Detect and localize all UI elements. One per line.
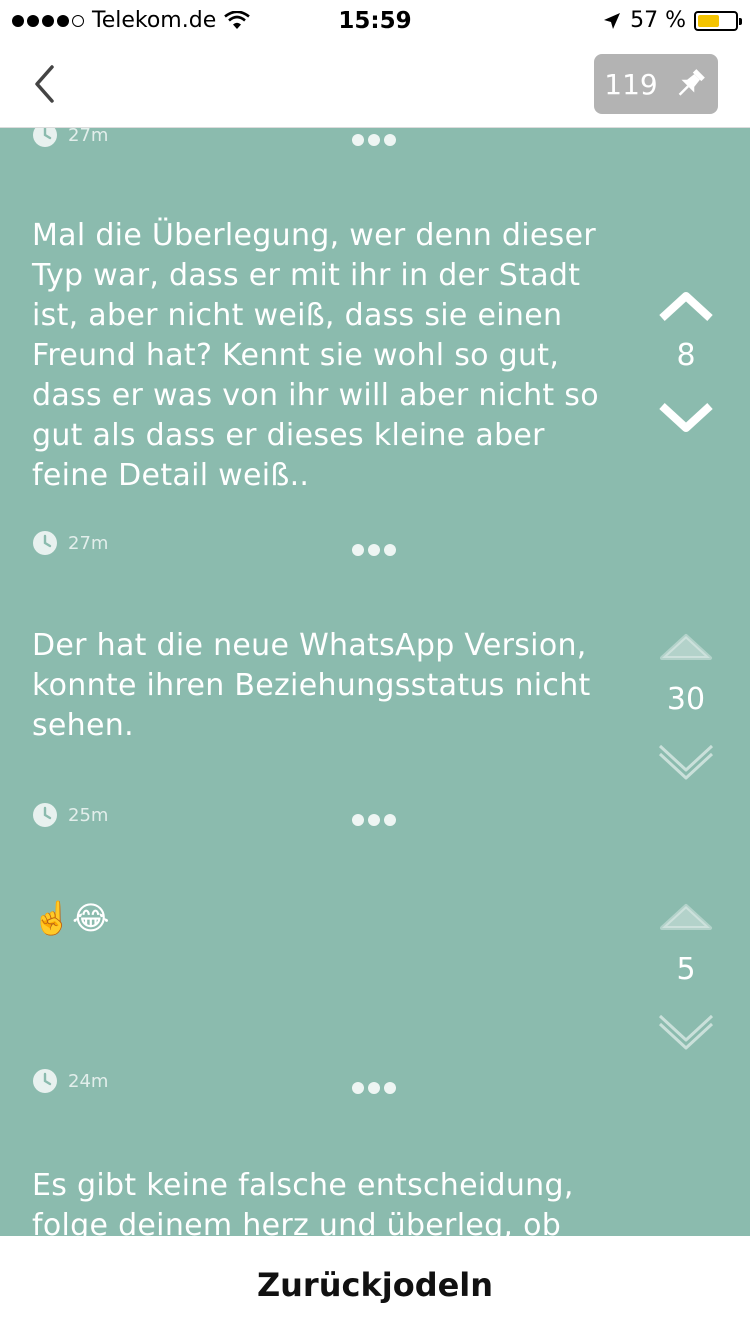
post-time: 24m	[68, 1070, 109, 1092]
post-time: 27m	[68, 128, 109, 146]
post-time: 27m	[68, 532, 109, 554]
reply-button[interactable]: Zurückjodeln	[0, 1236, 750, 1334]
status-bar: Telekom.de 15:59 57 %	[0, 0, 750, 40]
upvote-icon[interactable]	[656, 626, 716, 666]
post-time: 25m	[68, 804, 109, 826]
clock-icon	[33, 128, 57, 147]
back-button[interactable]	[22, 58, 66, 110]
post-meta: 25m	[32, 802, 108, 828]
location-arrow-icon	[604, 12, 621, 29]
battery-icon	[694, 10, 742, 31]
upvote-icon[interactable]	[656, 286, 716, 326]
more-options-icon[interactable]	[352, 814, 396, 826]
more-options-icon[interactable]	[352, 134, 396, 146]
status-right: 57 %	[602, 8, 742, 33]
post-meta: 24m	[32, 1068, 108, 1094]
clock-icon	[33, 803, 57, 827]
post-text: ☝️😂	[32, 899, 110, 937]
more-options-icon[interactable]	[352, 1082, 396, 1094]
nav-bar: 119	[0, 40, 750, 128]
downvote-icon[interactable]	[656, 398, 716, 438]
pin-button[interactable]: 119	[594, 54, 718, 114]
post-meta: 27m	[32, 530, 108, 556]
vote-count: 8	[676, 338, 696, 373]
downvote-icon[interactable]	[656, 740, 716, 780]
battery-percent: 57 %	[630, 8, 686, 33]
clock-icon	[33, 531, 57, 555]
post-meta: 27m	[32, 128, 108, 148]
pin-count: 119	[604, 67, 658, 101]
clock-icon	[33, 1069, 57, 1093]
upvote-icon[interactable]	[656, 896, 716, 936]
more-options-icon[interactable]	[352, 544, 396, 556]
reply-button-label: Zurückjodeln	[256, 1266, 494, 1304]
chevron-left-icon	[35, 65, 54, 103]
reply-feed[interactable]: 27m Mal die Überlegung, wer denn dieser …	[0, 128, 750, 1236]
post-text: Es gibt keine falsche entscheidung, folg…	[32, 1168, 574, 1236]
post-text: Mal die Überlegung, wer denn dieser Typ …	[32, 218, 599, 493]
pin-icon	[678, 69, 705, 96]
post-text: Der hat die neue WhatsApp Version, konnt…	[32, 628, 591, 743]
downvote-icon[interactable]	[656, 1010, 716, 1050]
vote-count: 5	[676, 952, 696, 987]
vote-count: 30	[666, 682, 706, 717]
